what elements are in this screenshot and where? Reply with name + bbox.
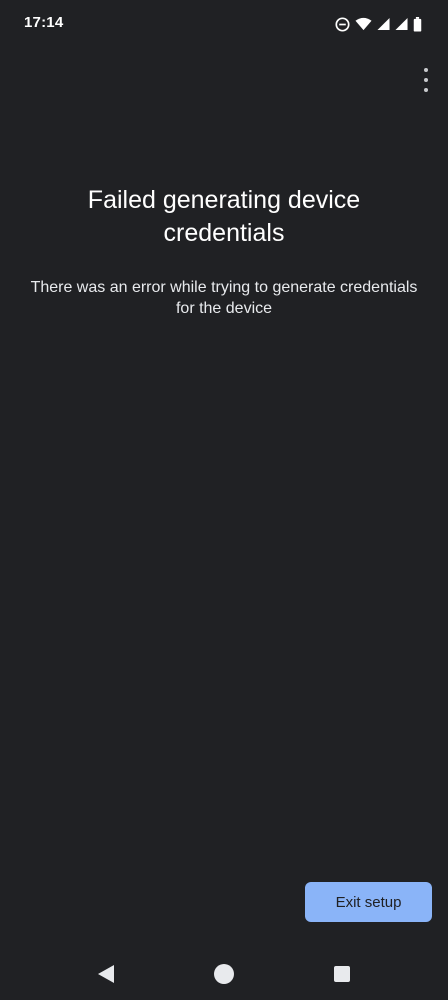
do-not-disturb-icon	[335, 16, 350, 32]
status-icons	[335, 14, 422, 34]
more-options-dot	[424, 68, 428, 72]
more-options-dot	[424, 78, 428, 82]
error-description: There was an error while trying to gener…	[30, 279, 418, 317]
navigation-bar	[0, 948, 448, 1000]
status-time: 17:14	[24, 14, 64, 31]
recents-icon[interactable]	[328, 960, 356, 988]
home-icon[interactable]	[210, 960, 238, 988]
wifi-icon	[355, 17, 372, 31]
more-options-icon[interactable]	[414, 66, 438, 94]
status-bar: 17:14	[0, 0, 448, 48]
back-icon[interactable]	[92, 960, 120, 988]
page-title: Failed generating device credentials	[87, 186, 361, 247]
more-options-dot	[424, 88, 428, 92]
signal-icon	[395, 17, 408, 31]
battery-icon	[413, 16, 422, 32]
signal-icon	[377, 17, 390, 31]
exit-setup-button[interactable]: Exit setup	[305, 882, 432, 922]
